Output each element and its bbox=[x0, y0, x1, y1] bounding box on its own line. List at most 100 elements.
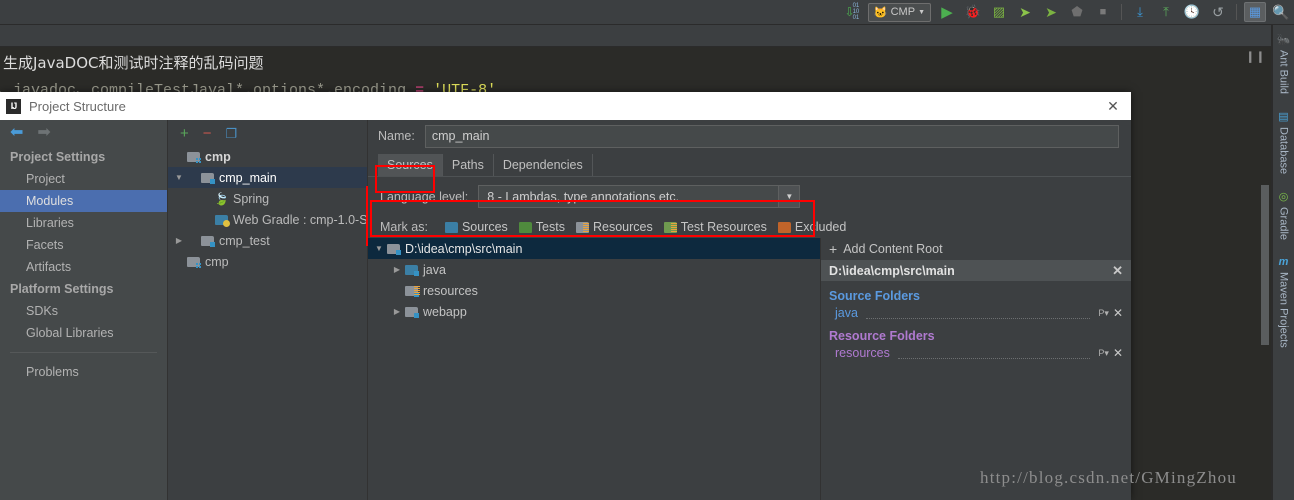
tab-sources[interactable]: Sources bbox=[378, 154, 443, 177]
folder-tree-row[interactable]: ▼ D:\idea\cmp\src\main bbox=[368, 238, 820, 259]
module-tree-row[interactable]: Web Gradle : cmp-1.0-S bbox=[168, 209, 367, 230]
folder-tree-row[interactable]: ▶ webapp bbox=[368, 301, 820, 322]
editor-scrollbar[interactable] bbox=[1261, 185, 1269, 345]
sources-folder-icon bbox=[404, 263, 420, 276]
tree-twisty[interactable]: ▼ bbox=[372, 244, 386, 253]
tool-tab-database[interactable]: ▤ Database bbox=[1278, 110, 1290, 174]
tree-twisty[interactable]: ▶ bbox=[390, 307, 404, 316]
language-level-value: 8 - Lambdas, type annotations etc. bbox=[487, 189, 680, 204]
dialog-body: ⬅ ➡ Project Settings Project Modules Lib… bbox=[0, 120, 1131, 500]
add-content-root-button[interactable]: + Add Content Root bbox=[821, 238, 1131, 260]
mark-as-test-resources-button[interactable]: Test Resources bbox=[663, 220, 767, 234]
sidebar-item-facets[interactable]: Facets bbox=[0, 234, 167, 256]
module-label: cmp bbox=[205, 254, 229, 269]
folder-tree-row[interactable]: resources bbox=[368, 280, 820, 301]
web-gradle-icon bbox=[214, 213, 230, 227]
mark-as-tests-button[interactable]: Tests bbox=[518, 220, 565, 234]
source-folders-heading: Source Folders bbox=[829, 289, 920, 303]
maven-icon: m bbox=[1278, 256, 1289, 269]
tool-tab-ant-build[interactable]: 🐜 Ant Build bbox=[1277, 33, 1291, 94]
module-tree-row[interactable]: ▼ cmp_main bbox=[168, 167, 367, 188]
resource-folder-entry[interactable]: resources P▾ ✕ bbox=[821, 345, 1131, 361]
run-jrebel-icon[interactable]: ➤ bbox=[1014, 2, 1036, 22]
vcs-commit-icon[interactable]: ⤒ bbox=[1155, 2, 1177, 22]
dotted-leader bbox=[897, 348, 1091, 359]
search-everywhere-icon[interactable]: 🔍 bbox=[1270, 2, 1292, 22]
sidebar-item-project[interactable]: Project bbox=[0, 168, 167, 190]
chevron-down-icon: ▼ bbox=[918, 8, 925, 16]
tool-tab-maven-projects[interactable]: m Maven Projects bbox=[1278, 256, 1290, 348]
module-label: cmp_main bbox=[219, 170, 277, 185]
undo-icon[interactable]: ↺ bbox=[1207, 2, 1229, 22]
module-icon bbox=[200, 171, 216, 184]
tree-twisty[interactable]: ▶ bbox=[390, 265, 404, 274]
copy-module-button[interactable]: ❐ bbox=[226, 127, 238, 140]
resource-folders-heading: Resource Folders bbox=[829, 329, 935, 343]
debug-icon[interactable]: 🐞 bbox=[962, 2, 984, 22]
content-root-header: D:\idea\cmp\src\main ✕ bbox=[821, 260, 1131, 281]
nav-group-project-settings: Project Settings bbox=[10, 150, 106, 164]
mark-as-resources-button[interactable]: Resources bbox=[575, 220, 653, 234]
language-level-row: Language level: 8 - Lambdas, type annota… bbox=[368, 177, 1131, 216]
tab-dependencies[interactable]: Dependencies bbox=[494, 154, 593, 177]
resources-folder-icon bbox=[404, 284, 420, 297]
language-level-label: Language level: bbox=[380, 189, 469, 204]
tree-twisty[interactable]: ▶ bbox=[172, 236, 186, 245]
language-level-select[interactable]: 8 - Lambdas, type annotations etc. ▼ bbox=[478, 185, 801, 208]
editor-tab-strip bbox=[0, 25, 1294, 47]
close-icon[interactable]: ✕ bbox=[1105, 98, 1121, 114]
module-name-input[interactable] bbox=[424, 124, 1119, 148]
mark-as-label-text: Resources bbox=[592, 220, 653, 234]
module-tree-row[interactable]: cmp bbox=[168, 251, 367, 272]
mark-as-row: Mark as: Sources Tests Resources Test Re… bbox=[368, 216, 1131, 238]
toolbar-divider-2 bbox=[1236, 4, 1237, 20]
sidebar-item-libraries[interactable]: Libraries bbox=[0, 212, 167, 234]
module-icon bbox=[200, 234, 216, 247]
remove-source-folder-icon[interactable]: ✕ bbox=[1113, 306, 1123, 320]
module-label: cmp_test bbox=[219, 233, 270, 248]
source-folder-entry[interactable]: java P▾ ✕ bbox=[821, 305, 1131, 321]
debug-jrebel-icon[interactable]: ➤ bbox=[1040, 2, 1062, 22]
remove-content-root-icon[interactable]: ✕ bbox=[1112, 263, 1123, 279]
stop-icon[interactable]: ■ bbox=[1092, 2, 1114, 22]
sidebar-item-sdks[interactable]: SDKs bbox=[0, 300, 167, 322]
update-project-icon[interactable]: ⇩ 01 10 01 bbox=[841, 2, 863, 22]
back-arrow-icon[interactable]: ⬅ bbox=[10, 125, 23, 141]
remove-resource-folder-icon[interactable]: ✕ bbox=[1113, 346, 1123, 360]
module-tree-row[interactable]: cmp bbox=[168, 146, 367, 167]
sidebar-item-modules[interactable]: Modules bbox=[0, 190, 167, 212]
nav-history-controls: ⬅ ➡ bbox=[0, 120, 167, 146]
mark-as-sources-button[interactable]: Sources bbox=[444, 220, 508, 234]
run-configuration-selector[interactable]: 🐱 CMP ▼ bbox=[867, 2, 931, 22]
sidebar-item-problems[interactable]: Problems bbox=[0, 361, 167, 383]
chevron-down-icon[interactable]: ▼ bbox=[778, 186, 800, 207]
add-module-button[interactable]: + bbox=[180, 126, 189, 141]
mark-as-excluded-button[interactable]: Excluded bbox=[777, 220, 846, 234]
remove-module-button[interactable]: − bbox=[203, 126, 212, 141]
module-tree-row[interactable]: ▶ cmp_test bbox=[168, 230, 367, 251]
folder-label: resources bbox=[423, 283, 478, 298]
sidebar-item-global-libraries[interactable]: Global Libraries bbox=[0, 322, 167, 344]
sidebar-item-artifacts[interactable]: Artifacts bbox=[0, 256, 167, 278]
coverage-icon[interactable]: ▨ bbox=[988, 2, 1010, 22]
tab-paths[interactable]: Paths bbox=[443, 154, 494, 177]
nav-group-platform-settings: Platform Settings bbox=[10, 282, 114, 296]
module-name-row: Name: bbox=[368, 120, 1131, 152]
vcs-history-icon[interactable]: 🕓 bbox=[1181, 2, 1203, 22]
mark-as-label-text: Sources bbox=[461, 220, 508, 234]
package-prefix-icon[interactable]: P▾ bbox=[1098, 348, 1109, 359]
module-tree-row[interactable]: 🍃 Spring bbox=[168, 188, 367, 209]
project-structure-icon[interactable]: ▦ bbox=[1244, 2, 1266, 22]
tree-twisty[interactable]: ▼ bbox=[172, 173, 186, 182]
database-icon: ▤ bbox=[1278, 111, 1289, 124]
package-prefix-icon[interactable]: P▾ bbox=[1098, 308, 1109, 319]
vcs-update-icon[interactable]: ⤓ bbox=[1129, 2, 1151, 22]
tool-tab-gradle[interactable]: ◎ Gradle bbox=[1278, 190, 1290, 240]
build-icon[interactable]: ⬟ bbox=[1066, 2, 1088, 22]
run-icon[interactable]: ▶ bbox=[936, 2, 958, 22]
folder-tree-row[interactable]: ▶ java bbox=[368, 259, 820, 280]
module-editor-panel: Name: Sources Paths Dependencies Languag… bbox=[368, 120, 1131, 500]
forward-arrow-icon: ➡ bbox=[37, 124, 51, 141]
module-label: cmp bbox=[205, 149, 231, 164]
dialog-title: Project Structure bbox=[29, 98, 126, 114]
